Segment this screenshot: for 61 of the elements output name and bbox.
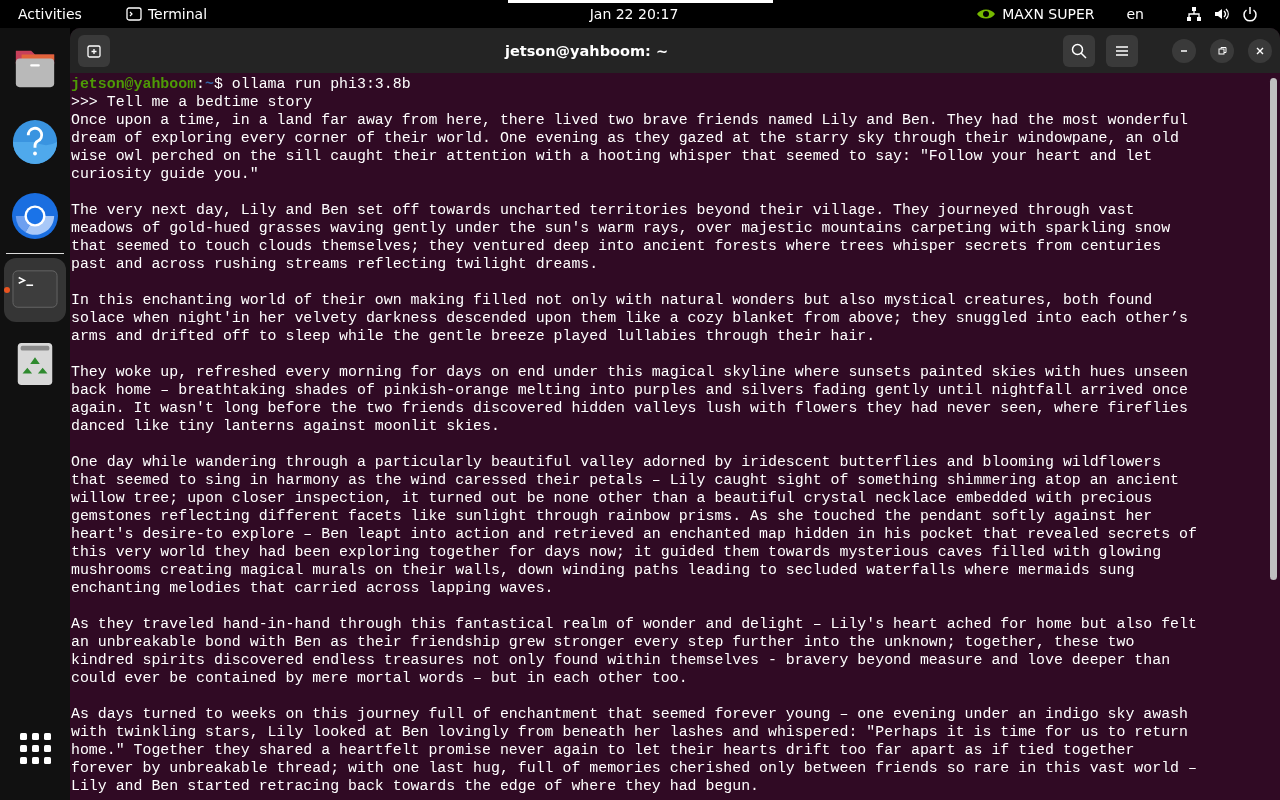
output-line: an unbreakable bond with Ben as their friendship grew stronger every step further into the unknown; together, these two: [71, 634, 1135, 650]
output-line: with twinkling stars, Lily looked at Ben lovingly from beneath her lashes and whispered: "Perhaps it is time for us to return: [71, 724, 1188, 740]
menu-icon: [1115, 44, 1129, 57]
activities-button[interactable]: Activities: [8, 2, 92, 26]
output-line: willow tree; upon closer inspection, it turned out be none other than a beautiful crystal necklace embedded with precious: [71, 490, 1153, 506]
output-line: Lily and Ben started retracing back towards the edge of where they had begun.: [71, 778, 760, 794]
output-line: The very next day, Lily and Ben set off towards uncharted territories beyond their village. They journeyed through vast: [71, 202, 1135, 218]
output-line: that seemed to touch clouds themselves; they ventured deep into ancient forests where trees whisper secrets from centuries: [71, 238, 1162, 254]
scrollbar-thumb[interactable]: [1270, 78, 1277, 580]
output-line: enchanting melodies that carried across lapping waves.: [71, 580, 554, 596]
app-menu[interactable]: Terminal: [115, 2, 218, 26]
output-line: that seemed to sing in harmony as the wind caressed their petals – Lily caught sight of something shimmering atop an ancient: [71, 472, 1180, 488]
output-line: gemstones reflecting different facets like sunlight through rainbow prisms. As she touched the pendant softly against her: [71, 508, 1153, 524]
volume-icon: [1214, 6, 1230, 22]
output-line: home." Together they shared a heartfelt promise never again to let their hearts drift too far apart as if tied together: [71, 742, 1135, 758]
output-line: kindred spirits discovered endless treasures not only found within themselves - bravery beyond measure and love deeper than: [71, 652, 1171, 668]
window-title: jetson@yahboom: ~: [504, 42, 669, 59]
browser-icon: [12, 193, 58, 239]
output-line: As days turned to weeks on this journey full of enchantment that seemed forever young – one evening under an indigo sky awash: [71, 706, 1188, 722]
output-line: solace when night'in her velvety darkness descended upon them like a cozy blanket from above; they snuggled into each other’s: [71, 310, 1188, 326]
output-line: could ever be contained by mere mortal words – but in each other too.: [71, 670, 688, 686]
prompt-separator: :: [196, 76, 206, 92]
output-line: curiosity guide you.": [71, 166, 259, 182]
power-icon: [1242, 6, 1258, 22]
output-line: wise owl perched on the sill caught their attention with a hooting whisper that seemed to say: "Follow your heart and let: [71, 148, 1153, 164]
output-line: forever by unbreakable thread; with one last hug, full of memories cherished only between friends so rare in this vast world –: [71, 760, 1197, 776]
output-line: They woke up, refreshed every morning for days on end under this magical skyline where sunsets painted skies with hues unseen: [71, 364, 1188, 380]
clock[interactable]: Jan 22 20:17: [579, 2, 689, 26]
prompt-path: ~: [205, 76, 214, 92]
output-line: meadows of gold-hued grasses waving gently under the sun's warm rays, over majestic mountains carpeting with sparkling snow: [71, 220, 1171, 236]
command-text: $ ollama run phi3:3.8b: [214, 76, 411, 92]
output-line: this very world they had been exploring together for days now; it guided them towards mysterious caves filled with glowing: [71, 544, 1162, 560]
output-line: again. It wasn't long before the two friends discovered hidden valleys lush with flowers they had never seen, where fireflies: [71, 400, 1188, 416]
language-indicator[interactable]: en: [1116, 2, 1154, 26]
app-grid-icon: [19, 732, 51, 764]
output-line: In this enchanting world of their own making filled not only with natural wonders but also mystical creatures, both found: [71, 292, 1153, 308]
terminal-icon: [125, 6, 142, 22]
output-line: As they traveled hand-in-hand through this fantastical realm of wonder and delight – Lily's heart ached for home but also felt: [71, 616, 1197, 632]
network-icon: [1186, 6, 1202, 22]
power-mode-menu[interactable]: MAXN SUPER: [966, 2, 1105, 26]
output-line: heart's desire-to explore – Ben leapt into action and retrieved an enchanted map hidden in his pocket that revealed secrets of: [71, 526, 1197, 542]
restore-icon: [1216, 44, 1228, 57]
menu-button[interactable]: [1106, 34, 1138, 67]
search-icon: [1071, 42, 1087, 59]
output-line: danced like tiny lanterns against moonlit skies.: [71, 418, 500, 434]
eye-logo-icon: [976, 7, 997, 21]
output-line: Once upon a time, in a land far away from here, there lived two brave friends named Lily and Ben. They had the most wonderful: [71, 112, 1188, 128]
help-icon: [12, 119, 58, 165]
output-line: arms and drifted off to sleep while the gentle breeze played lullabies through their hair.: [71, 328, 876, 344]
output-line: One day while wandering through a particularly beautiful valley adorned by iridescent butterflies and blooming wildflowers: [71, 454, 1162, 470]
maximize-button[interactable]: [1210, 38, 1234, 63]
input-line: >>> Tell me a bedtime story: [71, 94, 313, 110]
output-line: dream of exploring every corner of their world. One evening as they gazed at the starry sky through their windowpane, an old: [71, 130, 1180, 146]
output-line: back home – breathtaking shades of pinkish-orange melting into purples and silvers fading gently until nightfall arrived once: [71, 382, 1188, 398]
output-line: mushrooms creating magical murals on their walls, down winding paths leading to secluded waterfalls where mermaids sung: [71, 562, 1135, 578]
output-line: past and across rushing streams reflecting twilight dreams.: [71, 256, 599, 272]
prompt-user: jetson@yahboom: [71, 76, 197, 92]
new-tab-button[interactable]: [78, 34, 110, 67]
search-button[interactable]: [1063, 34, 1095, 67]
new-tab-icon: [86, 42, 102, 59]
close-button[interactable]: [1248, 38, 1272, 63]
